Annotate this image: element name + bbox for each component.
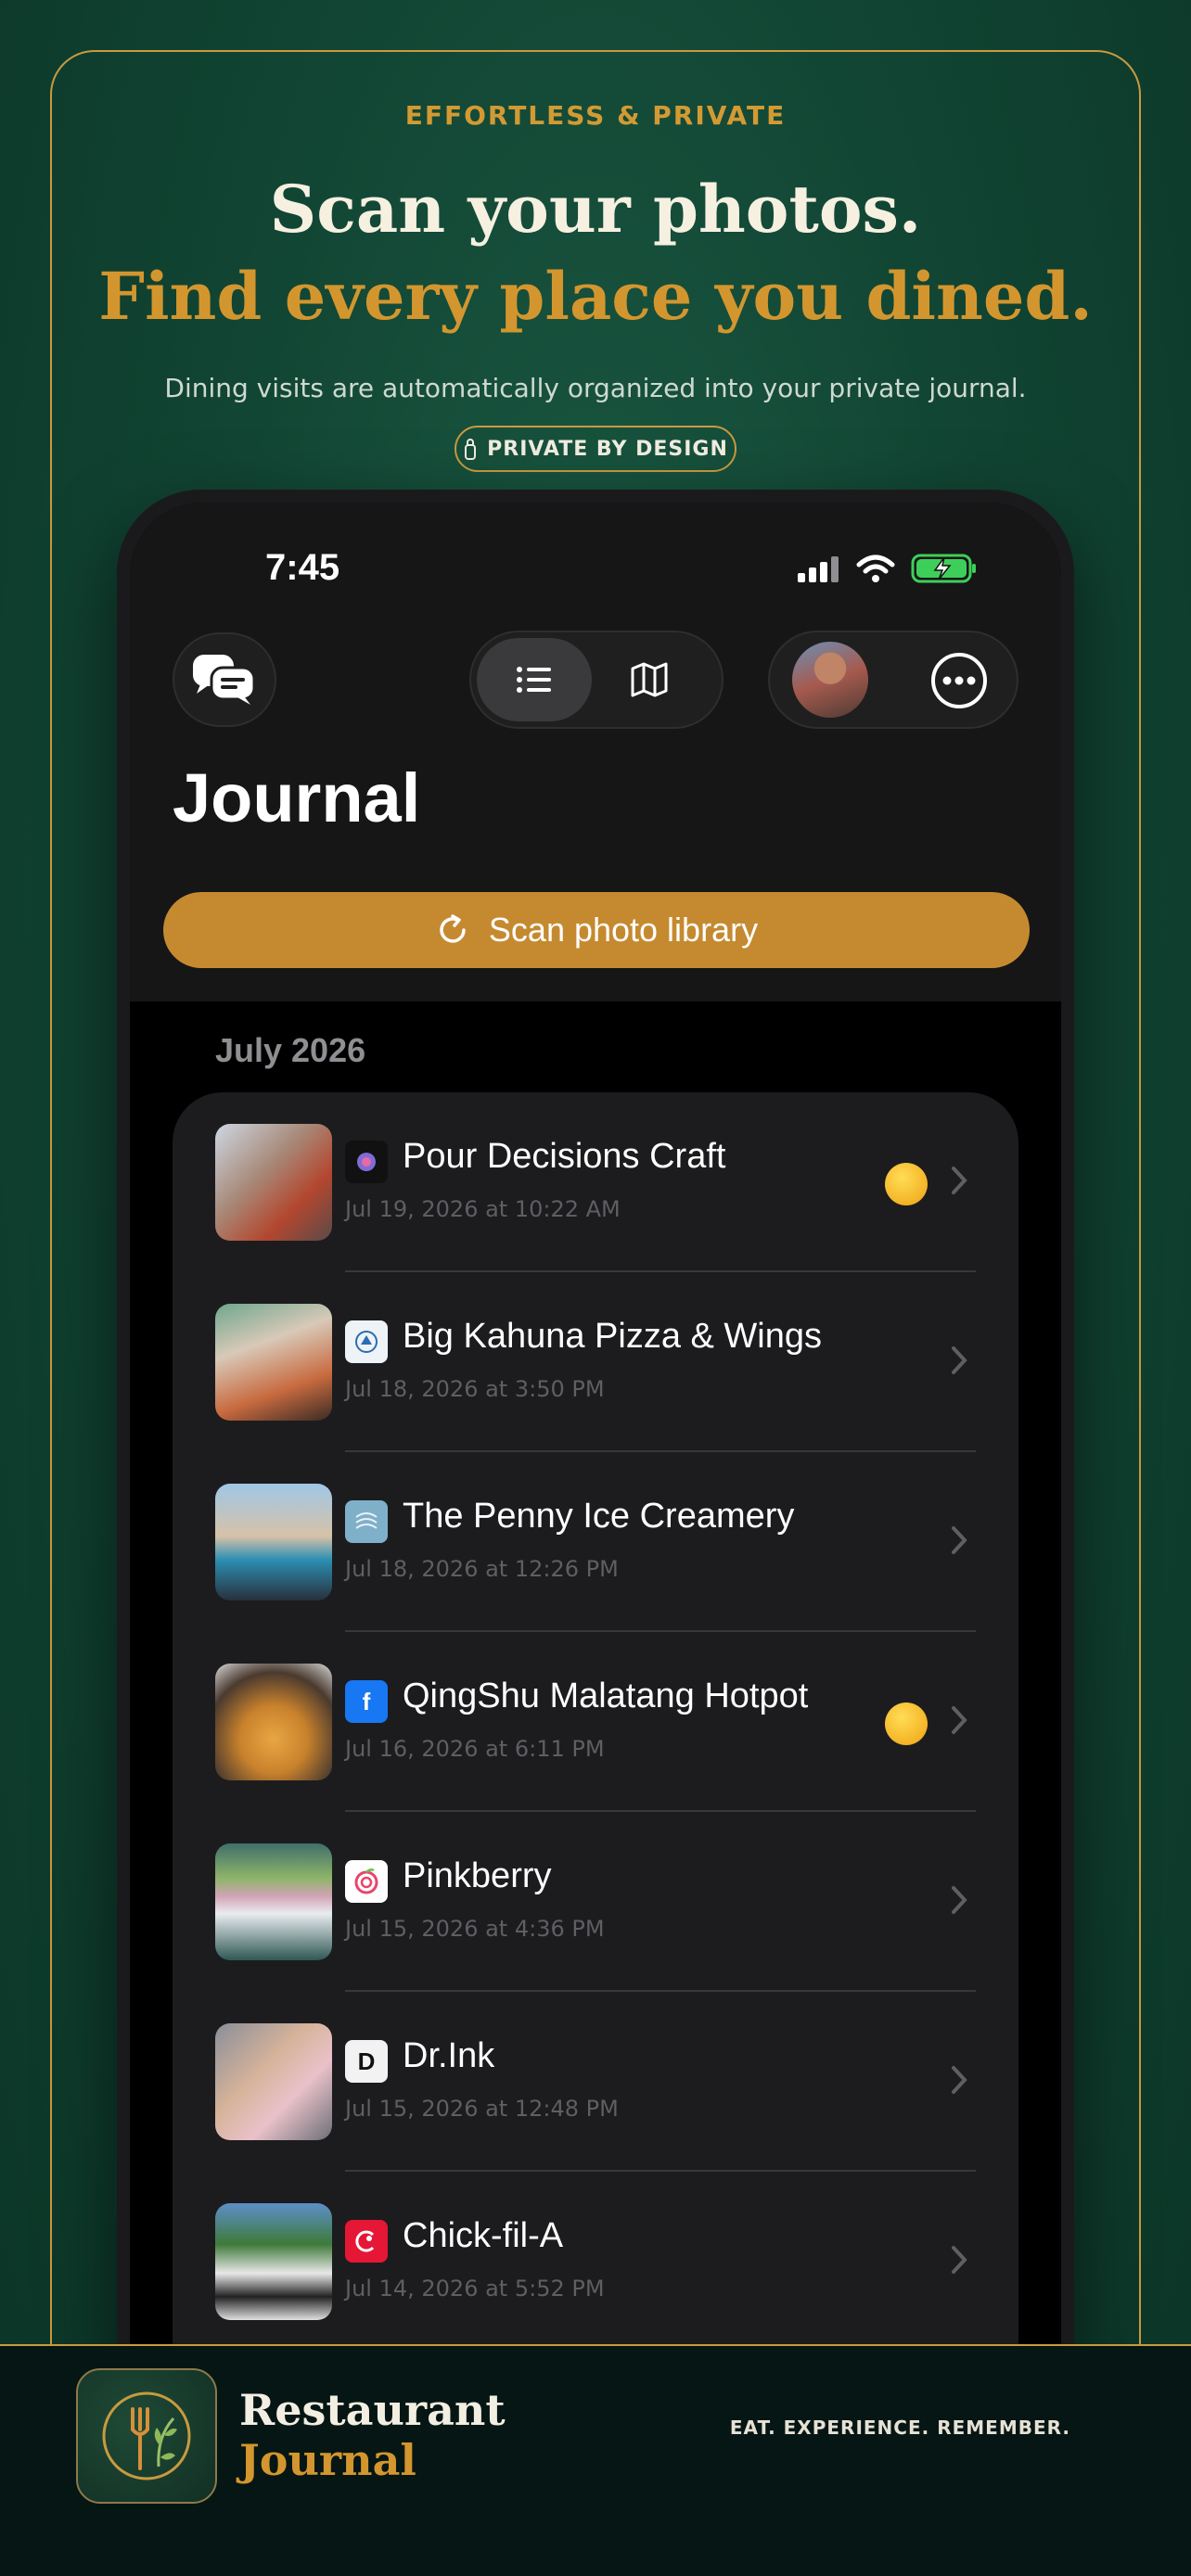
list-item[interactable]: The Penny Ice Creamery Jul 18, 2026 at 1… [173,1452,1018,1632]
avatar[interactable] [792,642,868,718]
chevron-right-icon [952,1706,967,1734]
entry-photo [215,2203,332,2320]
entry-photo [215,1484,332,1600]
scan-button-label: Scan photo library [488,911,759,949]
lock-icon [465,439,477,460]
map-icon [631,662,668,697]
month-header: July 2026 [215,1031,366,1069]
entry-name: The Penny Ice Creamery [403,1497,795,1536]
entry-name: QingShu Malatang Hotpot [403,1677,809,1715]
journal-header: 7:45 Journal Scan photo library [130,503,1061,1001]
entry-photo [215,1843,332,1960]
phone-screen: 7:45 Journal Scan photo library July 202… [130,503,1061,2357]
facebook-logo-icon: f [345,1680,388,1723]
headline-line-2: Find every place you dined. [98,258,1093,335]
restaurant-logo [345,1320,388,1363]
restaurant-logo: D [345,2040,388,2083]
refresh-icon [440,914,466,943]
list-item[interactable]: Big Kahuna Pizza & Wings Jul 18, 2026 at… [173,1272,1018,1452]
chick-fil-a-logo-icon [355,2230,375,2252]
list-icon [517,667,551,693]
chevron-right-icon [952,2246,967,2274]
chevron-right-icon [952,1346,967,1374]
brand-name-line-1: Restaurant [239,2385,506,2435]
chevron-right-icon [952,1526,967,1554]
eyebrow-text: EFFORTLESS & PRIVATE [404,100,787,131]
footer-divider [65,2344,1126,2346]
entry-name: Pinkberry [403,1856,552,1895]
restaurant-logo [345,1500,388,1543]
entry-photo [215,1664,332,1780]
entry-name: Chick-fil-A [403,2216,564,2255]
entry-date: Jul 18, 2026 at 12:26 PM [345,1556,619,1582]
view-toggle [469,631,724,729]
entry-photo [215,1304,332,1421]
chevron-right-icon [952,1886,967,1914]
restaurant-logo [345,2220,388,2263]
list-item[interactable]: Pinkberry Jul 15, 2026 at 4:36 PM [173,1812,1018,1992]
entry-name: Big Kahuna Pizza & Wings [403,1317,823,1356]
journal-list: Pour Decisions Craft Jul 19, 2026 at 10:… [173,1092,1018,2357]
yum-emoji-icon [885,1163,928,1205]
entry-name: Dr.Ink [403,2036,495,2075]
brand-name-line-2: Journal [239,2435,416,2485]
wifi-icon [856,555,895,582]
privacy-badge-label: PRIVATE BY DESIGN [487,437,728,461]
signal-icon [798,556,839,582]
penny-logo-icon [355,1512,378,1529]
app-logo [76,2368,217,2504]
ellipsis-circle-icon [931,653,987,708]
drink-logo-letter: D [357,2047,376,2075]
status-time: 7:45 [265,547,340,588]
restaurant-logo [345,1860,388,1903]
headline-line-1: Scan your photos. [269,171,922,248]
list-view-tab[interactable] [477,638,592,721]
list-item[interactable]: Chick-fil-A Jul 14, 2026 at 5:52 PM [173,2172,1018,2352]
chevron-right-icon [952,1167,967,1194]
chevron-right-icon [952,2066,967,2094]
scan-photo-library-button[interactable]: Scan photo library [163,892,1030,968]
battery-charging-icon [911,554,976,583]
pinkberry-logo-icon [354,1868,378,1894]
brand-tagline: EAT. EXPERIENCE. REMEMBER. [729,2417,1070,2439]
entry-photo [215,1124,332,1241]
status-icons [796,553,978,584]
list-item[interactable]: Pour Decisions Craft Jul 19, 2026 at 10:… [173,1092,1018,1272]
entry-date: Jul 16, 2026 at 6:11 PM [345,1736,605,1762]
list-item[interactable]: D Dr.Ink Jul 15, 2026 at 12:48 PM [173,1992,1018,2172]
page-title: Journal [173,759,421,836]
list-item[interactable]: f QingShu Malatang Hotpot Jul 16, 2026 a… [173,1632,1018,1812]
entry-date: Jul 15, 2026 at 4:36 PM [345,1916,605,1942]
map-view-tab[interactable] [592,638,707,721]
flower-logo-icon [357,1153,376,1171]
kahuna-logo-icon [355,1331,378,1353]
entry-date: Jul 18, 2026 at 3:50 PM [345,1376,605,1402]
yum-emoji-icon [885,1702,928,1745]
fork-and-leaf-icon [102,2391,191,2480]
promo-subtitle: Dining visits are automatically organize… [164,373,1027,403]
privacy-badge: PRIVATE BY DESIGN [455,426,736,472]
restaurant-logo [345,1141,388,1183]
account-actions [768,631,1018,729]
entry-date: Jul 14, 2026 at 5:52 PM [345,2276,605,2302]
entry-photo [215,2023,332,2140]
entry-date: Jul 19, 2026 at 10:22 AM [345,1196,621,1222]
chat-bubbles-icon [193,655,256,705]
entry-date: Jul 15, 2026 at 12:48 PM [345,2096,619,2122]
entry-name: Pour Decisions Craft [403,1137,726,1176]
facebook-logo-letter: f [362,1687,371,1715]
more-button[interactable] [929,651,989,714]
messages-button[interactable] [173,632,276,727]
